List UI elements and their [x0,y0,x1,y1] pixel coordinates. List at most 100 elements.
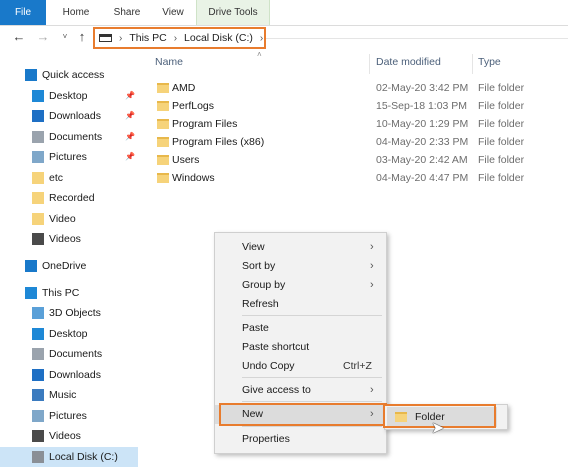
column-header-name[interactable]: Name [155,56,183,72]
context-menu-item[interactable]: Properties [215,430,386,449]
back-arrow-icon[interactable]: ← [11,29,27,45]
sidebar-item[interactable]: Documents [0,344,138,364]
sidebar-item-label: This PC [42,287,80,299]
navigation-bar: ← → ˅ ↑ › This PC › Local Disk (C:) › [0,26,568,50]
file-date-modified: 04-May-20 4:47 PM [376,172,469,184]
submenu-arrow-icon: › [370,384,374,396]
column-divider[interactable] [369,54,370,74]
file-type: File folder [478,172,525,184]
context-menu-item[interactable]: Sort by › [215,257,386,276]
context-menu-item-label: Refresh [242,298,279,310]
sidebar-item[interactable]: Downloads [0,365,138,385]
breadcrumb-separator[interactable]: › [119,33,122,44]
videos-icon [32,430,44,442]
folder-icon [157,101,169,111]
tab-share[interactable]: Share [104,0,150,25]
address-bar[interactable]: › This PC › Local Disk (C:) › [93,27,266,49]
file-row[interactable]: Windows 04-May-20 4:47 PM File folder [155,169,535,187]
file-row[interactable]: Users 03-May-20 2:42 AM File folder [155,151,535,169]
context-menu-shortcut: Ctrl+Z [343,360,372,372]
file-name: Windows [172,172,215,184]
sidebar-item-label: OneDrive [42,260,87,272]
column-header-date-modified[interactable]: Date modified [376,56,441,72]
column-divider[interactable] [472,54,473,74]
recent-locations-chevron-icon[interactable]: ˅ [57,29,73,45]
tab-file[interactable]: File [0,0,46,25]
file-row[interactable]: AMD 02-May-20 3:42 PM File folder [155,79,535,97]
file-row[interactable]: Program Files (x86) 04-May-20 2:33 PM File… [155,133,535,151]
pin-icon: 📌 [125,91,135,100]
pin-icon: 📌 [125,132,135,141]
context-menu-item-label: Give access to [242,384,311,396]
sidebar-item[interactable]: 3D Objects [0,303,138,323]
file-row[interactable]: Program Files 10-May-20 1:29 PM File folde… [155,115,535,133]
context-menu-item[interactable]: View › [215,238,386,257]
sidebar-item[interactable]: Desktop [0,324,138,344]
tab-home[interactable]: Home [53,0,99,25]
sidebar-item-label: Documents [49,348,103,360]
file-row[interactable]: PerfLogs 15-Sep-18 1:03 PM File folder [155,97,535,115]
context-menu-item[interactable]: Paste [215,319,386,338]
sidebar-item[interactable]: Documents 📌 [0,127,138,147]
folder-icon [157,155,169,165]
cube-icon [32,307,44,319]
forward-arrow-icon[interactable]: → [35,29,51,45]
folder-icon [157,119,169,129]
file-date-modified: 10-May-20 1:29 PM [376,118,469,130]
mouse-cursor-icon: ➤ [431,420,445,437]
sidebar-item[interactable]: etc [0,168,138,188]
tab-drive-tools[interactable]: Drive Tools [196,0,270,25]
context-menu-item-label: Sort by [242,260,276,272]
sidebar-item[interactable]: Recorded [0,188,138,208]
context-menu-item[interactable]: Undo Copy Ctrl+Z [215,357,386,376]
sidebar-item[interactable]: Pictures [0,406,138,426]
submenu-arrow-icon: › [370,241,374,253]
sidebar-item[interactable]: Videos [0,229,138,249]
ribbon: File Home Share View Drive Tools [0,0,568,25]
file-name: Users [172,154,200,166]
sidebar-item[interactable]: Quick access [0,65,138,85]
file-type: File folder [478,118,525,130]
address-bar-extension[interactable] [266,38,568,39]
sidebar-item[interactable]: This PC [0,283,138,303]
music-icon [32,389,44,401]
sidebar-item[interactable]: Music [0,385,138,405]
sidebar-item-label: Desktop [49,90,88,102]
submenu-arrow-icon: › [370,260,374,272]
sidebar-item-label: Pictures [49,410,87,422]
pictures-icon [32,151,44,163]
desktop-icon [32,90,44,102]
sidebar-item-label: Video [49,213,76,225]
breadcrumb-this-pc[interactable]: This PC [129,32,166,44]
breadcrumb-local-disk[interactable]: Local Disk (C:) [184,32,253,44]
column-header-type[interactable]: Type [478,56,501,72]
up-arrow-icon[interactable]: ↑ [74,29,90,45]
drive-icon [32,451,44,463]
breadcrumb-separator[interactable]: › [260,33,263,44]
sidebar-item[interactable]: Local Disk (C:) [0,447,138,467]
context-menu-item[interactable]: Group by › [215,276,386,295]
sidebar-item-label: Downloads [49,369,101,381]
file-date-modified: 15-Sep-18 1:03 PM [376,100,468,112]
context-menu-item[interactable]: Refresh [215,295,386,314]
folder-icon [157,173,169,183]
sidebar-item[interactable]: OneDrive [0,256,138,276]
tab-view[interactable]: View [150,0,196,25]
navigation-pane: Quick access Desktop 📌 Downloads 📌 Documents 📌… [0,62,138,467]
sidebar-item[interactable]: Downloads 📌 [0,106,138,126]
pictures-icon [32,410,44,422]
sidebar-item-label: Local Disk (C:) [49,451,118,463]
context-menu-item-label: Paste shortcut [242,341,310,353]
sidebar-item-label: etc [49,172,64,184]
sidebar-item[interactable]: Video [0,209,138,229]
sidebar-item-label: Downloads [49,110,101,122]
sidebar-item[interactable]: Videos [0,426,138,446]
sidebar-item[interactable]: Desktop 📌 [0,86,138,106]
breadcrumb-separator[interactable]: › [174,33,177,44]
context-menu-item[interactable]: Paste shortcut [215,338,386,357]
sidebar-item-label: Recorded [49,192,95,204]
file-name: Program Files [172,118,238,130]
sidebar-item[interactable]: Pictures 📌 [0,147,138,167]
file-date-modified: 04-May-20 2:33 PM [376,136,469,148]
context-menu-item[interactable]: Give access to › [215,381,386,400]
